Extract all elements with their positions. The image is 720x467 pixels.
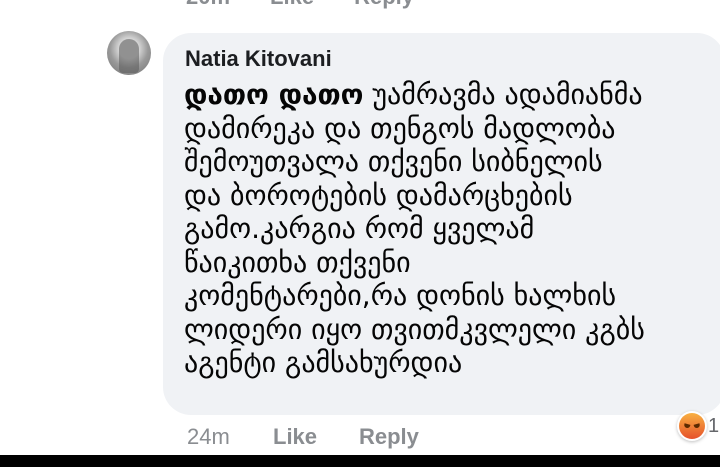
reaction-count[interactable]: 1 — [708, 415, 719, 438]
bottom-bar — [0, 455, 720, 467]
comment-line-4: და ბოროტების დამარცხების — [184, 178, 573, 212]
avatar[interactable] — [107, 31, 151, 75]
angry-reaction-icon[interactable] — [677, 411, 707, 441]
comment-line-7: კომენტარები,რა დონის ხალხის — [184, 279, 617, 312]
comment-author[interactable]: Natia Kitovani — [185, 46, 332, 72]
comment-line-2: დამირეკა და თენგოს მადლობა — [184, 111, 616, 145]
previous-comment-actions: 20m Like Reply — [186, 0, 414, 9]
previous-reply-link[interactable]: Reply — [354, 0, 414, 9]
comment-line-8: ლიდერი იყო თვითმკვლელი კგბს — [184, 312, 645, 346]
comment-time[interactable]: 24m — [187, 424, 273, 450]
reply-link[interactable]: Reply — [359, 424, 419, 450]
comment-actions: 24m Like Reply — [187, 424, 419, 450]
previous-like-link[interactable]: Like — [270, 0, 314, 9]
previous-time: 20m — [186, 0, 230, 9]
comment-body: დათო დათო უამრავმა ადამიანმა დამირეკა და… — [184, 78, 720, 380]
comment-line-1: დათო დათო უამრავმა ადამიანმა — [184, 78, 643, 111]
like-link[interactable]: Like — [273, 424, 359, 450]
comment-line-6: წაიკითხა თქვენი — [184, 245, 411, 279]
comment-line-5: გამო.კარგია რომ ყველამ — [184, 212, 535, 245]
mention-link[interactable]: დათო დათო — [184, 78, 363, 111]
comment-line-9: აგენტი გამსახურდია — [184, 346, 463, 379]
comment-line-3: შემოუთვალა თქვენი სიბნელის — [184, 145, 603, 178]
